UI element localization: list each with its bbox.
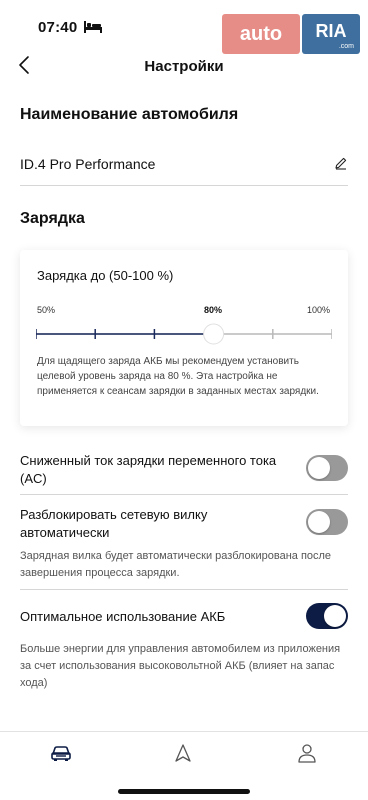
sleep-mode-icon bbox=[84, 21, 102, 33]
watermark-ria-text: RIA bbox=[315, 21, 347, 41]
toggle-knob bbox=[324, 605, 346, 627]
home-indicator bbox=[118, 789, 250, 794]
charge-limit-title: Зарядка до (50-100 %) bbox=[37, 268, 174, 283]
tick-label-selected: 80% bbox=[204, 305, 223, 315]
status-bar: 07:40 auto RIA .com bbox=[0, 0, 368, 54]
vehicle-name-field[interactable]: ID.4 Pro Performance bbox=[20, 148, 348, 186]
charge-limit-slider[interactable] bbox=[36, 322, 332, 346]
slider-thumb bbox=[203, 323, 225, 345]
divider bbox=[20, 589, 348, 590]
optimal-battery-toggle[interactable] bbox=[306, 603, 348, 629]
auto-unlock-plug-helper: Зарядная вилка будет автоматически разбл… bbox=[20, 550, 332, 579]
toggle-knob bbox=[308, 457, 330, 479]
navigation-arrow-icon[interactable] bbox=[172, 742, 194, 764]
auto-unlock-plug-row: Разблокировать сетевую вилку автоматичес… bbox=[20, 504, 348, 544]
tick-label-max: 100% bbox=[307, 305, 331, 315]
toggle-knob bbox=[308, 511, 330, 533]
car-icon[interactable] bbox=[50, 742, 72, 764]
charge-limit-card: Зарядка до (50-100 %) 50% 80% 100% Для щ… bbox=[20, 250, 348, 426]
pencil-edit-icon[interactable] bbox=[334, 156, 348, 170]
tick-label-min: 50% bbox=[37, 305, 56, 315]
reduced-ac-current-toggle[interactable] bbox=[306, 455, 348, 481]
divider bbox=[20, 494, 348, 495]
status-time: 07:40 bbox=[38, 19, 78, 36]
charging-section-title: Зарядка bbox=[20, 210, 85, 227]
vehicle-name-value: ID.4 Pro Performance bbox=[20, 156, 156, 172]
page-title: Настройки bbox=[144, 58, 224, 75]
optimal-battery-helper: Больше энергии для управления автомобиле… bbox=[20, 643, 341, 689]
profile-icon[interactable] bbox=[296, 742, 318, 764]
optimal-battery-label: Оптимальное использование АКБ bbox=[20, 609, 226, 624]
reduced-ac-current-label: Сниженный ток зарядки переменного тока (… bbox=[20, 453, 277, 486]
vehicle-name-section-title: Наименование автомобиля bbox=[20, 106, 239, 123]
optimal-battery-row: Оптимальное использование АКБ bbox=[20, 603, 348, 631]
reduced-ac-current-row: Сниженный ток зарядки переменного тока (… bbox=[20, 450, 348, 490]
nav-bar: Настройки bbox=[0, 48, 368, 88]
auto-unlock-plug-label: Разблокировать сетевую вилку автоматичес… bbox=[20, 507, 208, 540]
auto-unlock-plug-toggle[interactable] bbox=[306, 509, 348, 535]
charge-limit-note: Для щадящего заряда АКБ мы рекомендуем у… bbox=[37, 356, 319, 397]
